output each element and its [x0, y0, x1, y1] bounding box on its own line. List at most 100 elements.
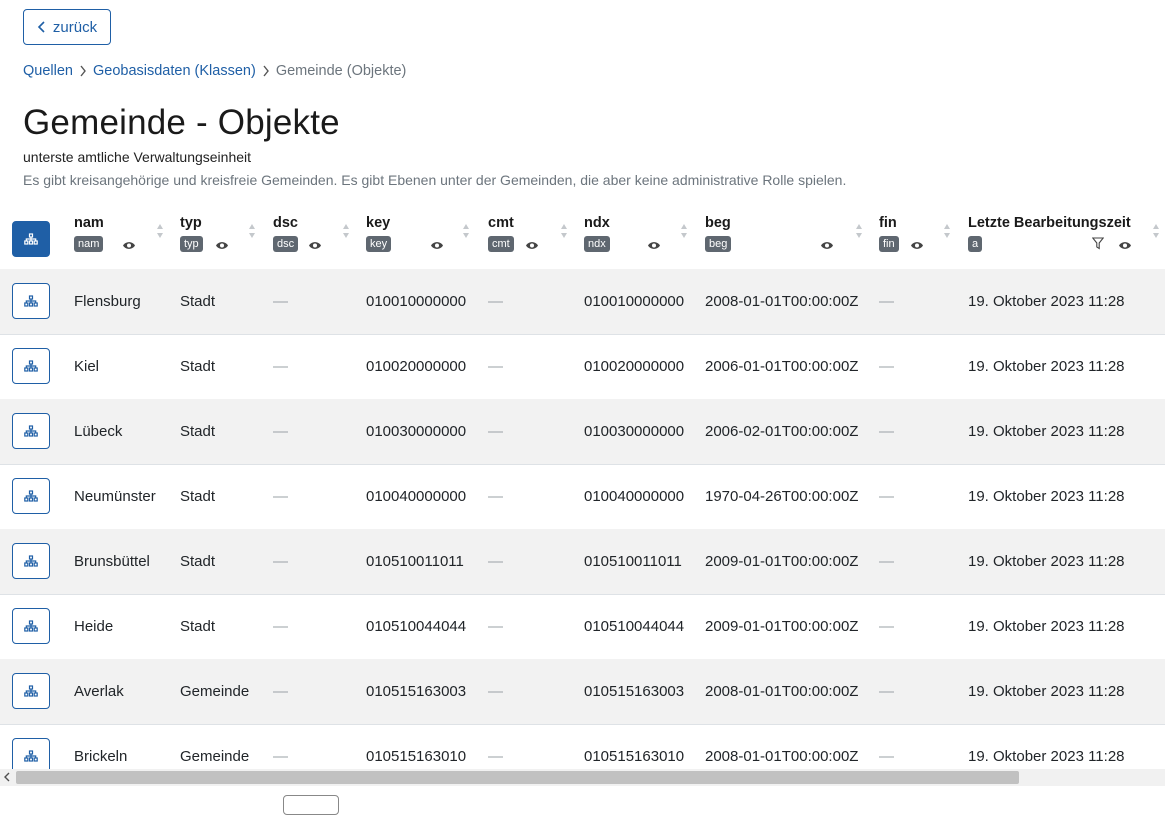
column-title: key — [366, 215, 391, 231]
table-row[interactable]: Flensburg Stadt — 010010000000 — 010010000000… — [0, 269, 1165, 335]
horizontal-scrollbar[interactable] — [0, 769, 1165, 786]
cell-cmt: — — [488, 683, 503, 700]
cell-dsc: — — [273, 683, 288, 700]
table-row[interactable]: Brickeln Gemeinde — 010515163010 — 0105151630… — [0, 724, 1165, 769]
cell-nam: Brunsbüttel — [74, 553, 150, 570]
column-title: typ — [180, 215, 202, 231]
row-hierarchy-button[interactable] — [12, 283, 50, 319]
cell-beg: 2008-01-01T00:00:00Z — [705, 748, 859, 765]
cell-ndx: 010515163003 — [584, 683, 685, 700]
cell-typ: Gemeinde — [180, 683, 250, 700]
back-button[interactable]: zurück — [23, 9, 111, 45]
cell-edited: 19. Oktober 2023 11:28 — [968, 423, 1125, 440]
column-title: cmt — [488, 215, 514, 231]
row-hierarchy-button[interactable] — [12, 738, 50, 769]
eye-icon[interactable] — [525, 238, 539, 249]
cell-nam: Brickeln — [74, 748, 128, 765]
filter-icon[interactable] — [1091, 237, 1105, 250]
cell-cmt: — — [488, 358, 503, 375]
cell-beg: 1970-04-26T00:00:00Z — [705, 488, 859, 505]
page-title: Gemeinde - Objekte — [23, 103, 340, 142]
hierarchy-icon — [24, 425, 38, 437]
eye-icon[interactable] — [910, 238, 924, 249]
hierarchy-icon — [24, 233, 38, 245]
cell-fin: — — [879, 358, 894, 375]
sort-icon[interactable] — [462, 223, 470, 239]
cell-cmt: — — [488, 423, 503, 440]
cell-nam: Kiel — [74, 358, 100, 375]
cell-dsc: — — [273, 553, 288, 570]
cell-ndx: 010020000000 — [584, 358, 685, 375]
table-row[interactable]: Heide Stadt — 010510044044 — 010510044044 2009… — [0, 594, 1165, 660]
column-title: fin — [879, 215, 897, 231]
hierarchy-icon — [24, 490, 38, 502]
cell-key: 010040000000 — [366, 488, 467, 505]
breadcrumb-link-geobasisdaten[interactable]: Geobasisdaten (Klassen) — [93, 63, 256, 79]
chevron-right-icon — [79, 65, 87, 77]
table-row[interactable]: Brunsbüttel Stadt — 010510011011 — 0105100110… — [0, 529, 1165, 595]
table-row[interactable]: Kiel Stadt — 010020000000 — 010020000000 2006-… — [0, 334, 1165, 400]
eye-icon[interactable] — [1118, 238, 1132, 249]
cell-typ: Stadt — [180, 293, 216, 310]
sort-icon[interactable] — [943, 223, 951, 239]
sort-icon[interactable] — [156, 223, 164, 239]
column-badge: dsc — [273, 236, 299, 252]
column-badge: key — [366, 236, 392, 252]
cell-edited: 19. Oktober 2023 11:28 — [968, 748, 1125, 765]
sort-icon[interactable] — [342, 223, 350, 239]
header-hierarchy-button[interactable] — [12, 221, 50, 257]
sort-icon[interactable] — [560, 223, 568, 239]
cell-edited: 19. Oktober 2023 11:28 — [968, 683, 1125, 700]
row-hierarchy-button[interactable] — [12, 673, 50, 709]
cell-beg: 2008-01-01T00:00:00Z — [705, 293, 859, 310]
cell-dsc: — — [273, 423, 288, 440]
row-hierarchy-button[interactable] — [12, 543, 50, 579]
page-description: Es gibt kreisangehörige und kreisfreie G… — [23, 172, 847, 188]
cell-nam: Averlak — [74, 683, 124, 700]
row-hierarchy-button[interactable] — [12, 608, 50, 644]
column-title: nam — [74, 215, 104, 231]
scrollbar-thumb[interactable] — [16, 771, 1019, 784]
eye-icon[interactable] — [430, 238, 444, 249]
chevron-right-icon — [262, 65, 270, 77]
cell-typ: Stadt — [180, 358, 216, 375]
page-subtitle: unterste amtliche Verwaltungseinheit — [23, 149, 252, 165]
table-row[interactable]: Neumünster Stadt — 010040000000 — 01004000000… — [0, 464, 1165, 530]
eye-icon[interactable] — [820, 238, 834, 249]
column-title: ndx — [584, 215, 610, 231]
cell-fin: — — [879, 293, 894, 310]
row-hierarchy-button[interactable] — [12, 348, 50, 384]
cell-dsc: — — [273, 618, 288, 635]
cell-key: 010020000000 — [366, 358, 467, 375]
row-hierarchy-button[interactable] — [12, 413, 50, 449]
row-hierarchy-button[interactable] — [12, 478, 50, 514]
sort-icon[interactable] — [248, 223, 256, 239]
sort-icon[interactable] — [855, 223, 863, 239]
cell-cmt: — — [488, 748, 503, 765]
cell-fin: — — [879, 488, 894, 505]
table-row[interactable]: Lübeck Stadt — 010030000000 — 010030000000 200… — [0, 399, 1165, 465]
cell-nam: Flensburg — [74, 293, 141, 310]
sort-icon[interactable] — [1152, 223, 1160, 239]
objects-table: nam nam typ typ dsc dsc key key cmt cmt ndx ndx beg b… — [0, 197, 1165, 769]
cell-nam: Neumünster — [74, 488, 156, 505]
sort-icon[interactable] — [680, 223, 688, 239]
eye-icon[interactable] — [308, 238, 322, 249]
eye-icon[interactable] — [122, 238, 136, 249]
cell-dsc: — — [273, 293, 288, 310]
breadcrumb-link-quellen[interactable]: Quellen — [23, 63, 73, 79]
column-title: Letzte Bearbeitungszeit — [968, 215, 1131, 231]
eye-icon[interactable] — [647, 238, 661, 249]
scroll-left-icon[interactable] — [2, 770, 12, 784]
page-size-select[interactable] — [283, 795, 339, 815]
cell-ndx: 010515163010 — [584, 748, 685, 765]
eye-icon[interactable] — [215, 238, 229, 249]
cell-typ: Stadt — [180, 618, 216, 635]
hierarchy-icon — [24, 360, 38, 372]
cell-cmt: — — [488, 553, 503, 570]
cell-typ: Stadt — [180, 553, 216, 570]
table-row[interactable]: Averlak Gemeinde — 010515163003 — 01051516300… — [0, 659, 1165, 725]
cell-fin: — — [879, 618, 894, 635]
hierarchy-icon — [24, 685, 38, 697]
cell-key: 010510011011 — [366, 553, 464, 570]
